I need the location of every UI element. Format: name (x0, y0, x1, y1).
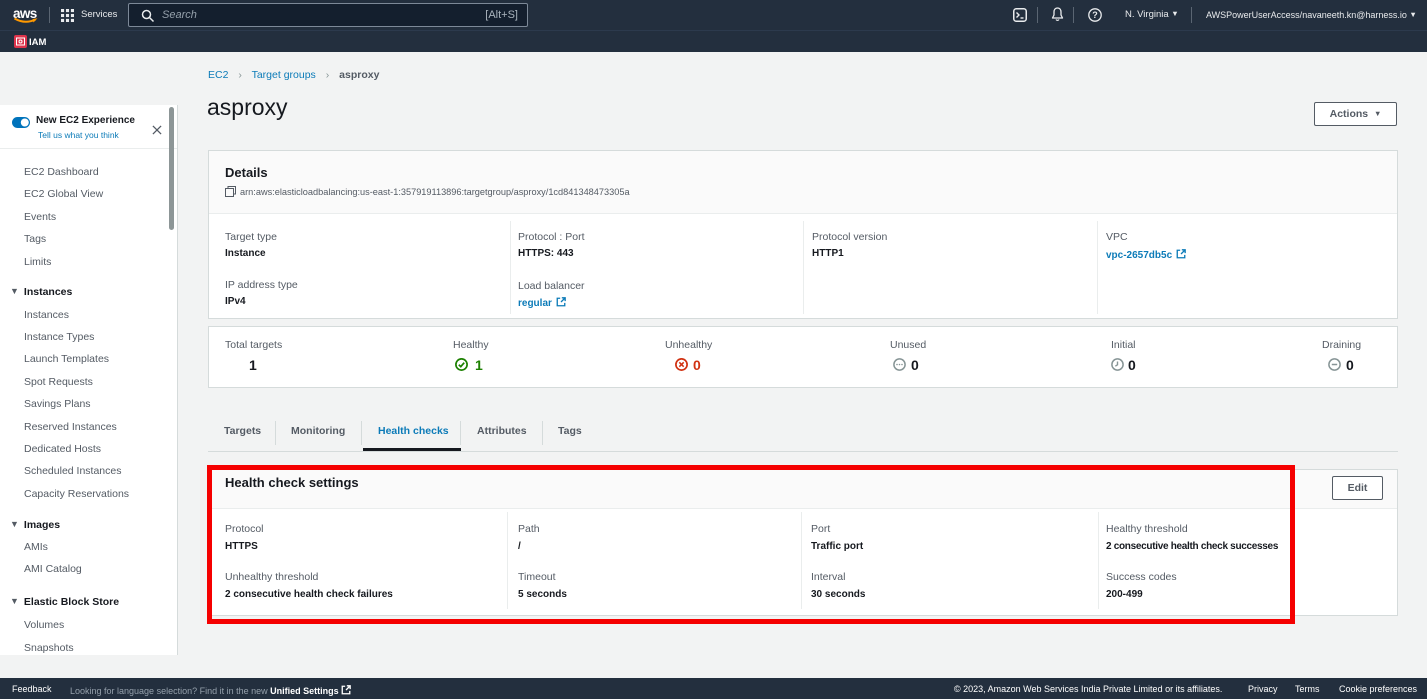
svg-text:?: ? (1092, 10, 1098, 20)
